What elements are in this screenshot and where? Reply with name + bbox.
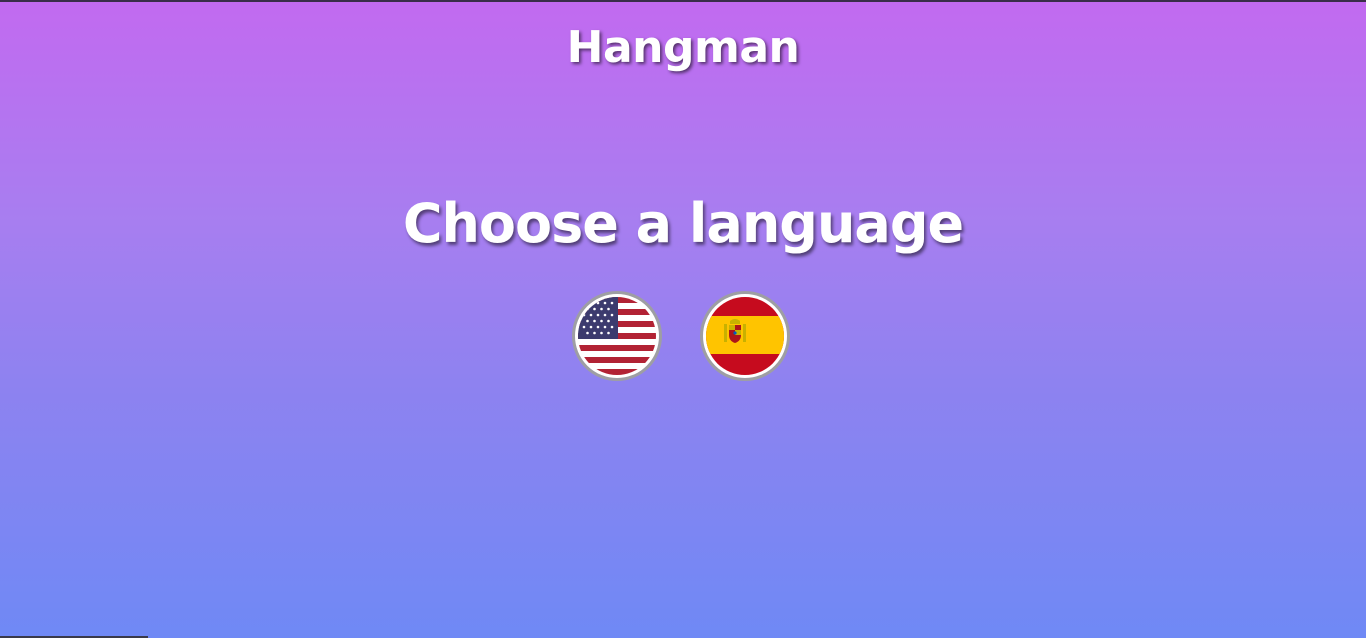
english-language-button[interactable] — [572, 291, 662, 381]
app-title: Hangman — [566, 22, 800, 73]
us-flag-icon — [578, 297, 656, 375]
language-prompt: Choose a language — [402, 192, 964, 255]
spanish-language-button[interactable] — [700, 291, 790, 381]
hangman-app: Hangman Choose a language — [0, 2, 1366, 638]
spain-flag-icon — [706, 297, 784, 375]
language-options — [571, 291, 795, 385]
